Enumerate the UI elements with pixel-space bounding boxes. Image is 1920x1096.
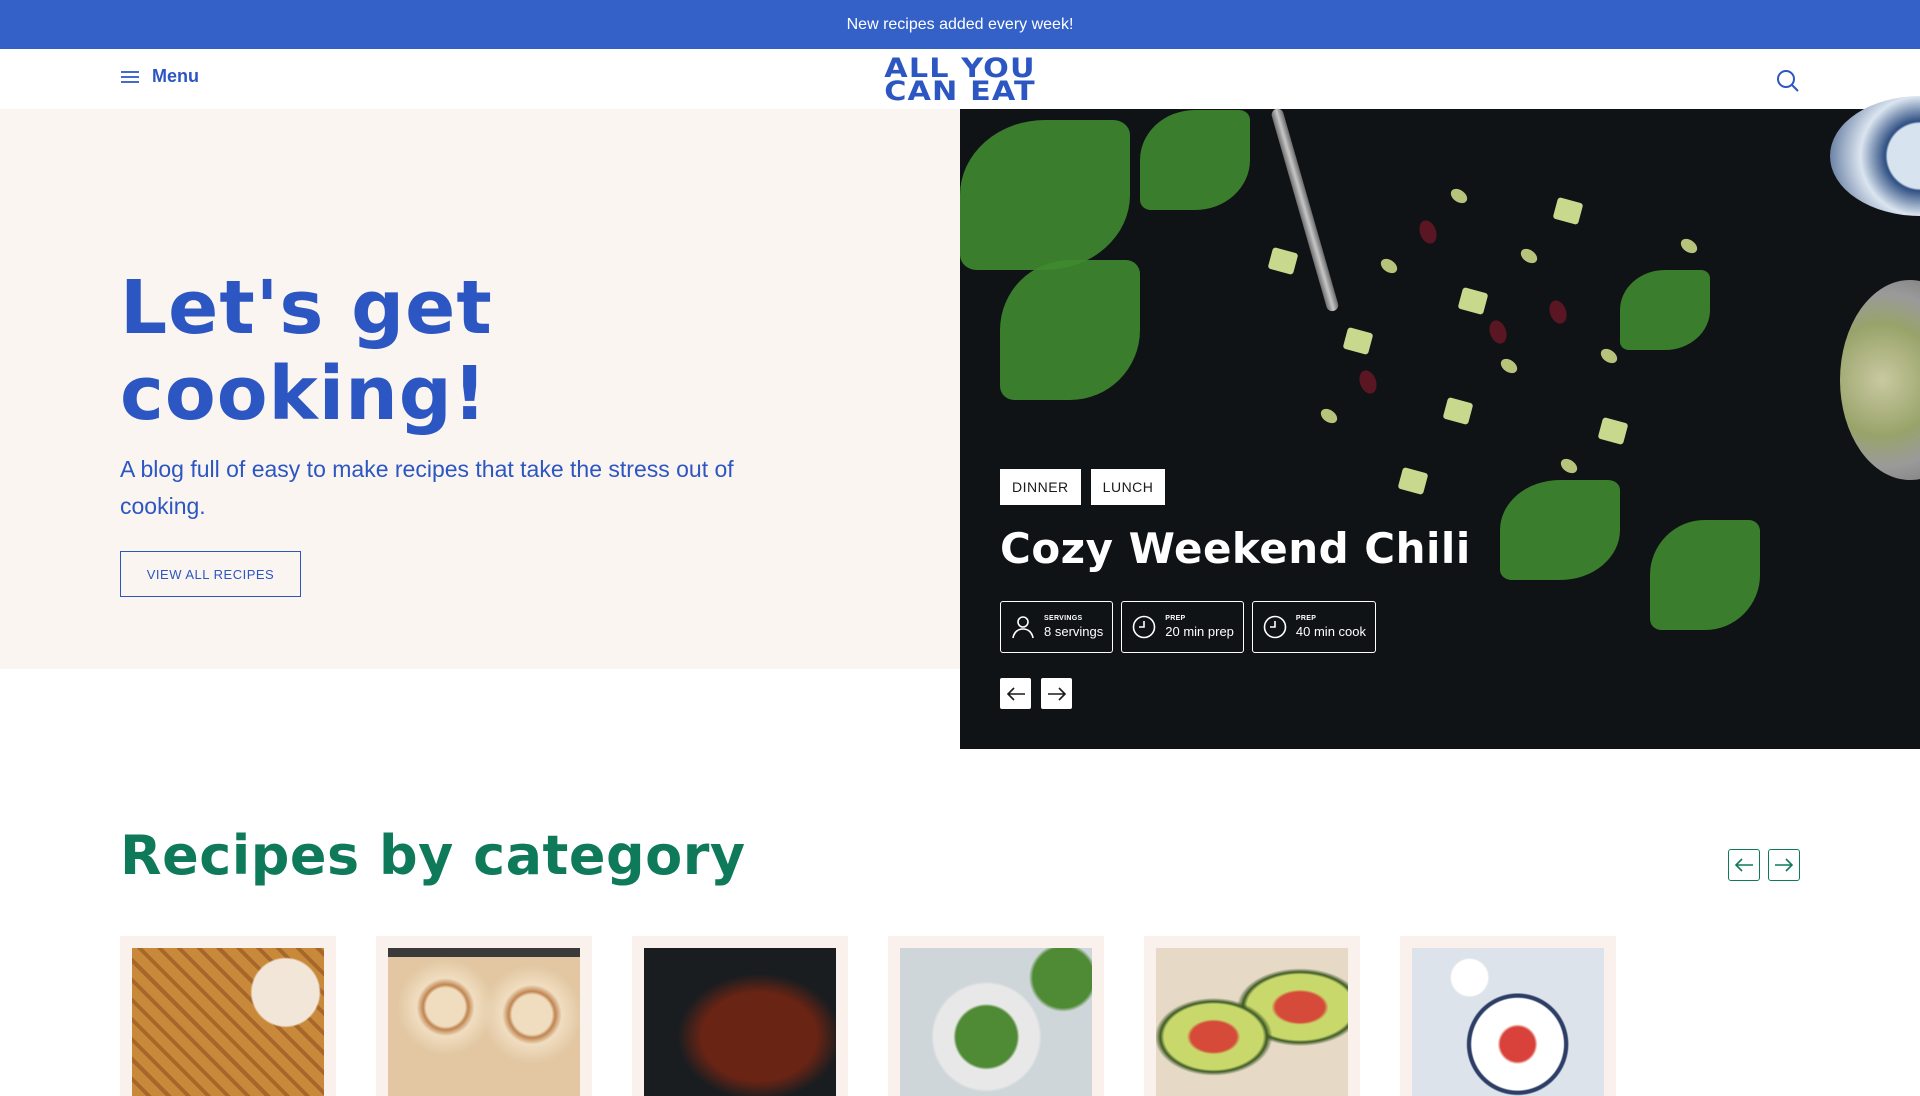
banner-text: New recipes added every week!: [846, 15, 1074, 33]
arrow-left-icon: [1006, 686, 1025, 701]
menu-button[interactable]: Menu: [120, 66, 199, 87]
tag-lunch[interactable]: LUNCH: [1090, 469, 1166, 505]
featured-recipe-title[interactable]: Cozy Weekend Chili: [1000, 524, 1471, 573]
stat-servings: SERVINGS 8 servings: [1000, 601, 1114, 653]
featured-prev-button[interactable]: [1000, 678, 1031, 709]
category-cards: [120, 936, 1616, 1096]
clock-icon: [1263, 615, 1287, 639]
cinnamon-rolls-image: [388, 948, 580, 1096]
stat-value: 20 min prep: [1165, 624, 1234, 639]
hero-title: Let's get cooking!: [120, 265, 720, 437]
categories-next-button[interactable]: [1768, 849, 1800, 881]
logo-line-2: CAN EAT: [884, 76, 1036, 107]
arrow-right-icon: [1775, 858, 1794, 872]
recipe-stats: SERVINGS 8 servings PREP 20 min prep PRE…: [1000, 601, 1376, 653]
category-card[interactable]: [1400, 936, 1616, 1096]
categories-title: Recipes by category: [120, 824, 746, 887]
menu-label: Menu: [152, 66, 199, 86]
stuffed-avocado-image: [1156, 948, 1348, 1096]
recipe-tags: DINNER LUNCH: [1000, 469, 1166, 505]
salad-image: [900, 948, 1092, 1096]
stat-value: 8 servings: [1044, 624, 1104, 639]
site-header: Menu ALL YOU CAN EAT: [0, 49, 1920, 109]
category-card[interactable]: [632, 936, 848, 1096]
waffles-image: [132, 948, 324, 1096]
herb-decor: [1620, 270, 1710, 350]
stat-prep-time: PREP 20 min prep: [1121, 601, 1244, 653]
hero-title-line-1: Let's get: [120, 265, 493, 351]
herb-decor: [1500, 480, 1620, 580]
category-card[interactable]: [1144, 936, 1360, 1096]
chili-image: [644, 948, 836, 1096]
categories-carousel-nav: [1728, 849, 1800, 881]
category-card[interactable]: [376, 936, 592, 1096]
arrow-left-icon: [1734, 858, 1753, 872]
view-all-recipes-button[interactable]: VIEW ALL RECIPES: [120, 551, 301, 597]
stat-label: PREP: [1295, 615, 1317, 622]
herb-decor: [1140, 110, 1250, 210]
search-icon[interactable]: [1775, 68, 1801, 94]
stat-label: SERVINGS: [1044, 615, 1083, 622]
tag-dinner[interactable]: DINNER: [1000, 469, 1081, 505]
stat-cook-time: PREP 40 min cook: [1251, 601, 1376, 653]
category-card[interactable]: [888, 936, 1104, 1096]
stat-value: 40 min cook: [1295, 624, 1366, 639]
site-logo[interactable]: ALL YOU CAN EAT: [864, 55, 1057, 107]
category-card[interactable]: [120, 936, 336, 1096]
herb-decor: [960, 120, 1130, 270]
hero-title-line-2: cooking!: [120, 351, 488, 437]
featured-carousel-nav: [1000, 678, 1072, 709]
bowl-image: [1412, 948, 1604, 1096]
herb-decor: [1650, 520, 1760, 630]
herb-decor: [1000, 260, 1140, 400]
hamburger-icon: [121, 70, 139, 83]
stat-label: PREP: [1165, 615, 1186, 622]
categories-prev-button[interactable]: [1728, 849, 1760, 881]
person-icon: [1012, 616, 1034, 639]
announcement-banner: New recipes added every week!: [0, 0, 1920, 49]
clock-icon: [1132, 615, 1156, 639]
arrow-right-icon: [1047, 686, 1066, 701]
featured-next-button[interactable]: [1041, 678, 1072, 709]
hero-subtitle: A blog full of easy to make recipes that…: [120, 456, 734, 519]
hero-intro: Let's get cooking! A blog full of easy t…: [0, 109, 960, 669]
